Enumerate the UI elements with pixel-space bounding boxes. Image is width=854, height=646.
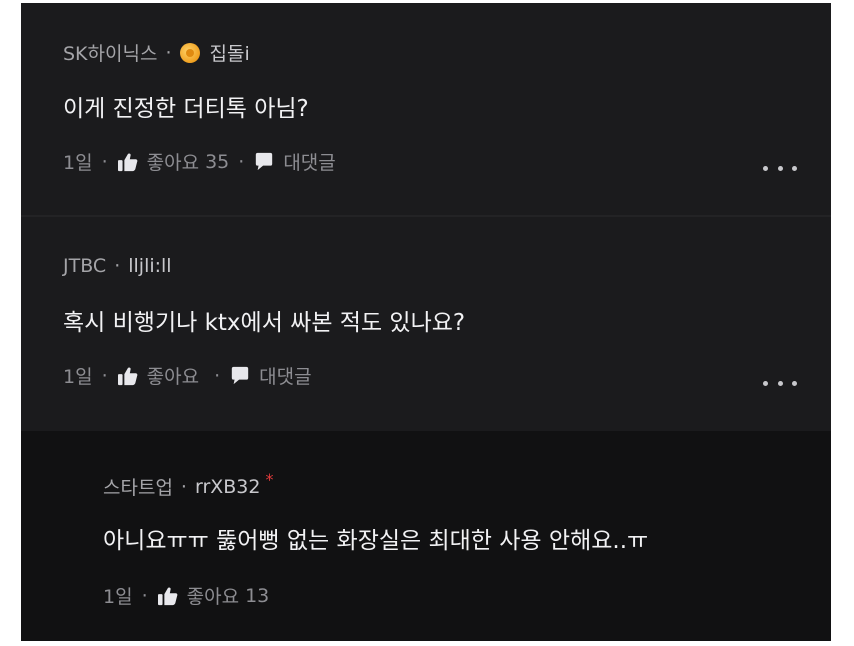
separator-dot: ·	[180, 475, 187, 498]
gold-medal-icon	[179, 42, 200, 63]
more-dot	[777, 165, 783, 171]
more-dots-icon	[763, 380, 768, 386]
separator-dot: ·	[141, 584, 148, 607]
more-options-button[interactable]	[763, 373, 797, 393]
like-button[interactable]: 좋아요	[117, 362, 205, 389]
reply-actions: 1일 · 좋아요 13	[103, 582, 269, 609]
author-nickname[interactable]: rrXB32	[195, 476, 261, 498]
more-dot	[792, 380, 797, 386]
reply-button[interactable]: 대댓글	[253, 148, 336, 175]
reply-item: 스타트업 · rrXB32 * 아니요ㅠㅠ 뚫어뻥 없는 화장실은 최대한 사용…	[21, 431, 831, 641]
reply-meta: 스타트업 · rrXB32 *	[103, 470, 274, 500]
speech-bubble-icon	[256, 152, 273, 170]
reply-text: 아니요ㅠㅠ 뚫어뻥 없는 화장실은 최대한 사용 안해요..ㅠ	[103, 528, 649, 554]
comment-time: 1일	[63, 366, 93, 388]
thumbs-up-icon	[157, 587, 178, 605]
more-dots-icon	[763, 165, 768, 171]
more-dot	[792, 165, 797, 171]
comment-panel: SK하이닉스 · 집돌i 이게 진정한 더티톡 아님? 1일 · 좋아요 35 …	[21, 3, 831, 641]
like-label: 좋아요	[146, 366, 200, 388]
like-label: 좋아요	[186, 586, 240, 608]
reply-label: 대댓글	[259, 366, 312, 388]
comment-time: 1일	[103, 586, 133, 608]
more-dot	[777, 380, 783, 386]
reply-button[interactable]: 대댓글	[229, 362, 312, 389]
thumbs-up-icon	[117, 153, 138, 171]
thumbs-up-icon	[117, 367, 138, 385]
comment-actions: 1일 · 좋아요 · 대댓글	[63, 362, 312, 389]
author-company: 스타트업	[103, 477, 173, 499]
comment-text: 이게 진정한 더티톡 아님?	[63, 96, 309, 122]
comment-item: JTBC · lljli:ll 혹시 비행기나 ktx에서 싸본 적도 있나요?…	[21, 217, 831, 431]
separator-dot: ·	[101, 150, 108, 173]
reply-label: 대댓글	[283, 152, 336, 174]
comment-item: SK하이닉스 · 집돌i 이게 진정한 더티톡 아님? 1일 · 좋아요 35 …	[21, 3, 831, 215]
comment-meta: JTBC · lljli:ll	[63, 255, 172, 277]
separator-dot: ·	[165, 41, 172, 64]
comment-text: 혹시 비행기나 ktx에서 싸본 적도 있나요?	[63, 310, 466, 336]
author-mark: *	[265, 470, 274, 489]
like-button[interactable]: 좋아요 35	[117, 148, 230, 175]
separator-dot: ·	[238, 150, 245, 173]
more-options-button[interactable]	[763, 158, 797, 178]
like-button[interactable]: 좋아요 13	[157, 582, 270, 609]
author-nickname[interactable]: 집돌i	[210, 39, 250, 66]
separator-dot: ·	[214, 364, 221, 387]
like-count: 13	[245, 584, 270, 607]
comment-actions: 1일 · 좋아요 35 · 대댓글	[63, 148, 336, 175]
like-label: 좋아요	[146, 152, 200, 174]
comment-time: 1일	[63, 152, 93, 174]
author-company: SK하이닉스	[63, 43, 158, 65]
like-count: 35	[205, 150, 230, 173]
comment-meta: SK하이닉스 · 집돌i	[63, 39, 250, 66]
speech-bubble-icon	[231, 366, 249, 384]
separator-dot: ·	[101, 364, 108, 387]
separator-dot: ·	[114, 255, 121, 277]
author-nickname[interactable]: lljli:ll	[128, 255, 171, 277]
author-company: JTBC	[63, 255, 107, 277]
